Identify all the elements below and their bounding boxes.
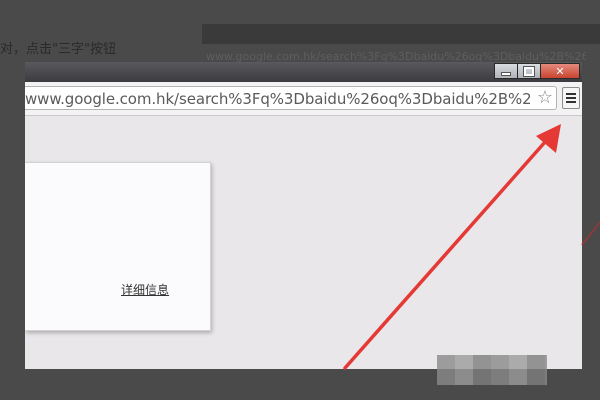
close-icon: ✕ xyxy=(555,64,565,78)
arrow-shaft-extension xyxy=(581,221,600,246)
browser-window: ✕ www.google.com.hk/search%3Fq%3Dbaidu%2… xyxy=(25,62,582,369)
instruction-caption: 对，点击"三字"按钮 xyxy=(0,42,116,57)
address-bar-url[interactable]: www.google.com.hk/search%3Fq%3Dbaidu%26o… xyxy=(25,90,530,108)
minimize-icon xyxy=(501,71,511,76)
hamburger-menu-icon xyxy=(566,93,576,95)
hamburger-line xyxy=(566,97,576,99)
minimize-button[interactable] xyxy=(494,63,518,79)
star-icon: ☆ xyxy=(536,87,554,108)
address-bar[interactable]: www.google.com.hk/search%3Fq%3Dbaidu%26o… xyxy=(25,86,557,110)
maximize-icon xyxy=(523,65,535,77)
chrome-menu-button[interactable] xyxy=(562,87,580,109)
blurred-watermark xyxy=(437,355,547,385)
window-controls: ✕ xyxy=(494,63,580,79)
window-titlebar: ✕ xyxy=(25,62,582,82)
background-titlebar xyxy=(202,24,600,44)
info-panel: 详细信息 xyxy=(25,162,211,331)
browser-toolbar: www.google.com.hk/search%3Fq%3Dbaidu%26o… xyxy=(25,82,582,116)
maximize-button[interactable] xyxy=(517,63,541,79)
details-link[interactable]: 详细信息 xyxy=(121,281,169,298)
bookmark-star-button[interactable]: ☆ xyxy=(534,88,556,108)
hamburger-line xyxy=(566,101,576,103)
close-button[interactable]: ✕ xyxy=(540,63,580,79)
